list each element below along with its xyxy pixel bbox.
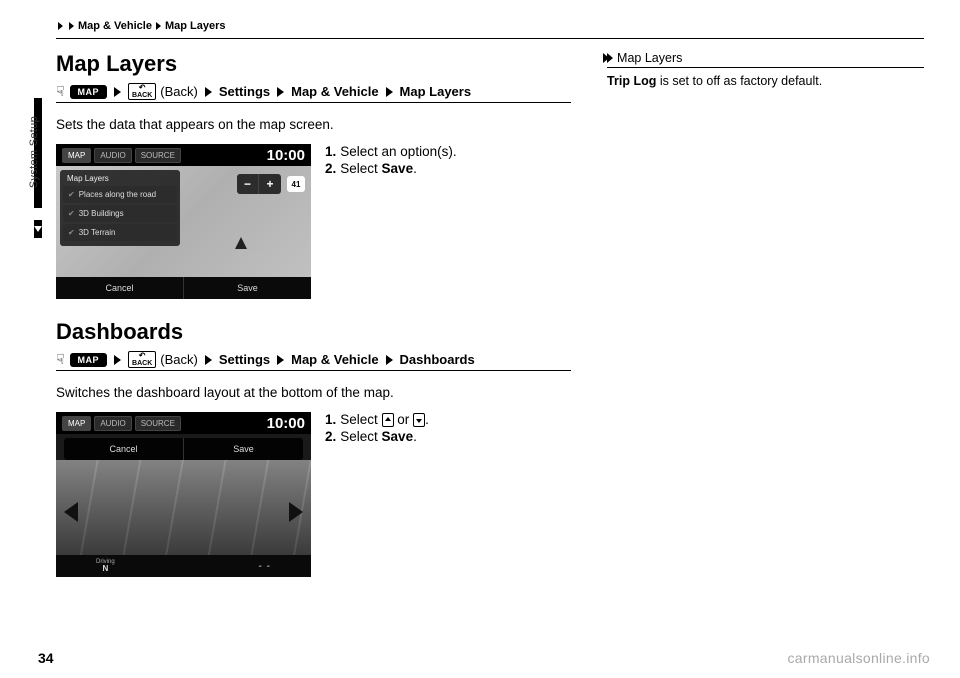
section-rule	[56, 370, 571, 371]
arrow-right-icon	[114, 355, 121, 365]
ss-cancel-button: Cancel	[56, 277, 184, 299]
callout-note-bold: Trip Log	[607, 74, 656, 88]
arrow-right-icon	[114, 87, 121, 97]
arrow-right-icon	[58, 22, 63, 30]
arrow-right-icon	[386, 87, 393, 97]
ss-road-bg	[56, 460, 311, 555]
back-icon: BACK	[128, 351, 156, 368]
callout-title: Map Layers	[617, 51, 682, 65]
back-icon: BACK	[128, 83, 156, 100]
ss-tab-source: SOURCE	[135, 416, 181, 431]
arrow-right-icon	[277, 355, 284, 365]
arrow-right-icon	[205, 87, 212, 97]
header-rule	[56, 38, 924, 39]
step-text: Select	[340, 161, 381, 176]
ss-option: Places along the road	[63, 186, 177, 203]
nav-path-dashboards: ☟ MAP BACK (Back) Settings Map & Vehicle…	[56, 351, 571, 368]
nav-map-vehicle: Map & Vehicle	[291, 84, 378, 99]
section-title-dashboards: Dashboards	[56, 319, 571, 345]
step-text: .	[413, 161, 417, 176]
step-bold: Save	[382, 429, 414, 444]
section-desc: Sets the data that appears on the map sc…	[56, 117, 571, 132]
arrow-right-icon	[69, 22, 74, 30]
steps-list: 1.Select an option(s). 2.Select Save.	[325, 144, 457, 178]
ss-cancel-button: Cancel	[64, 438, 184, 460]
ss-tab-map: MAP	[62, 148, 91, 163]
nav-path-map-layers: ☟ MAP BACK (Back) Settings Map & Vehicle…	[56, 83, 571, 100]
ss-direction: Driving N	[96, 559, 115, 573]
ss-clock: 10:00	[267, 415, 305, 432]
hand-icon: ☟	[56, 351, 65, 368]
nav-settings: Settings	[219, 84, 270, 99]
watermark: carmanualsonline.info	[788, 650, 931, 666]
breadcrumb-b: Map Layers	[165, 20, 226, 32]
zoom-out-icon: −	[237, 174, 259, 194]
arrow-left-icon	[64, 502, 78, 522]
hand-icon: ☟	[56, 83, 65, 100]
back-label: (Back)	[160, 84, 198, 99]
nav-map-layers: Map Layers	[400, 84, 472, 99]
back-label: (Back)	[160, 352, 198, 367]
zoom-in-icon: +	[259, 174, 281, 194]
section-desc: Switches the dashboard layout at the bot…	[56, 385, 571, 400]
arrow-right-icon	[289, 502, 303, 522]
ss-panel-title: Map Layers	[63, 173, 177, 186]
arrow-right-icon	[156, 22, 161, 30]
ss-option: 3D Terrain	[63, 224, 177, 241]
step-text: .	[425, 412, 429, 427]
ss-option: 3D Buildings	[63, 205, 177, 222]
step-text: Select	[340, 412, 381, 427]
arrow-right-icon	[277, 87, 284, 97]
breadcrumb: Map & Vehicle Map Layers	[56, 20, 924, 32]
steps-list: 1.Select or . 2.Select Save.	[325, 412, 429, 446]
ss-save-button: Save	[184, 438, 303, 460]
double-arrow-icon	[607, 53, 613, 63]
down-arrow-tab-icon	[34, 220, 42, 238]
callout-note-text: is set to off as factory default.	[656, 74, 822, 88]
ss-dash-value: - -	[259, 561, 271, 572]
ss-save-button: Save	[184, 277, 311, 299]
callout-heading: Map Layers	[607, 51, 924, 68]
page-number: 34	[38, 650, 54, 666]
ss-tab-source: SOURCE	[135, 148, 181, 163]
side-tab-label: System Setup	[28, 116, 40, 188]
breadcrumb-a: Map & Vehicle	[78, 20, 152, 32]
ss-tab-audio: AUDIO	[94, 148, 131, 163]
map-button-icon: MAP	[70, 353, 108, 367]
ss-route-shield: 41	[287, 176, 305, 192]
arrow-right-icon	[205, 355, 212, 365]
ss-clock: 10:00	[267, 147, 305, 164]
down-panel-icon	[413, 413, 425, 427]
ss-tab-map: MAP	[62, 416, 91, 431]
ss-vehicle-cursor-icon	[235, 237, 247, 249]
section-rule	[56, 102, 571, 103]
step-text: Select	[340, 429, 381, 444]
nav-map-vehicle: Map & Vehicle	[291, 352, 378, 367]
map-button-icon: MAP	[70, 85, 108, 99]
step-text: Select an option(s).	[340, 144, 456, 159]
step-text: .	[413, 429, 417, 444]
arrow-right-icon	[386, 355, 393, 365]
ss-tab-audio: AUDIO	[94, 416, 131, 431]
ss-zoom: − +	[237, 174, 281, 194]
up-panel-icon	[382, 413, 394, 427]
nav-settings: Settings	[219, 352, 270, 367]
section-title-map-layers: Map Layers	[56, 51, 571, 77]
screenshot-dashboards: MAP AUDIO SOURCE 10:00 Cancel Save	[56, 412, 311, 577]
nav-dashboards: Dashboards	[400, 352, 475, 367]
screenshot-map-layers: MAP AUDIO SOURCE 10:00 Map Layers Places…	[56, 144, 311, 299]
callout-note: Trip Log is set to off as factory defaul…	[607, 74, 924, 88]
step-text: or	[394, 412, 414, 427]
step-bold: Save	[382, 161, 414, 176]
